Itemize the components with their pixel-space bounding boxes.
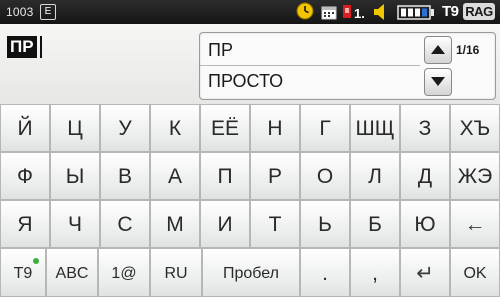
key-з[interactable]: З [400,104,450,152]
abc-mode-key[interactable]: ABC [46,248,98,297]
key-х-ъ[interactable]: ХЪ [450,104,500,152]
key-г[interactable]: Г [300,104,350,152]
text-cursor [40,36,42,58]
sim-card-icon: 1. [343,3,369,24]
key-и[interactable]: И [200,200,250,248]
input-mode-indicator: RAG [463,3,495,20]
key-в[interactable]: В [100,152,150,200]
key-с[interactable]: С [100,200,150,248]
arrow-down-icon [431,77,445,86]
suggestion-item[interactable]: ПР [208,36,420,64]
t9-toggle-key[interactable]: T9 [0,248,46,297]
key-ь[interactable]: Ь [300,200,350,248]
key-я[interactable]: Я [0,200,50,248]
input-area: ПР ПР ПРОСТО 1/16 [0,24,500,104]
backspace-key[interactable]: ← [450,200,500,248]
key-л[interactable]: Л [350,152,400,200]
key-к[interactable]: К [150,104,200,152]
key-й[interactable]: Й [0,104,50,152]
key-ц[interactable]: Ц [50,104,100,152]
key-п[interactable]: П [200,152,250,200]
comma-key[interactable]: , [350,248,400,297]
key-ж-э[interactable]: ЖЭ [450,152,500,200]
key-ч[interactable]: Ч [50,200,100,248]
alarm-icon [296,2,314,23]
key-а[interactable]: А [150,152,200,200]
status-number: 1003 [6,5,34,19]
key-м[interactable]: М [150,200,200,248]
battery-icon [397,5,435,23]
ok-key[interactable]: OK [450,248,500,297]
sim-label: 1. [354,6,365,21]
key-ю[interactable]: Ю [400,200,450,248]
space-key[interactable]: Пробел [202,248,300,297]
language-key[interactable]: RU [150,248,202,297]
suggestion-page-indicator: 1/16 [456,43,480,57]
key-р[interactable]: Р [250,152,300,200]
arrow-up-icon [431,45,445,54]
scroll-down-button[interactable] [424,68,452,96]
word-suggestion-list: ПР ПРОСТО 1/16 [199,32,496,100]
virtual-keyboard: Й Ц У К ЕЁ Н Г ШЩ З ХЪ Ф Ы В А П Р О Л Д… [0,104,500,297]
status-bar: 1003 E 1. T9 RAG [0,0,500,24]
period-key[interactable]: . [300,248,350,297]
key-т[interactable]: Т [250,200,300,248]
symbols-key[interactable]: 1@ [98,248,150,297]
key-н[interactable]: Н [250,104,300,152]
key-у[interactable]: У [100,104,150,152]
suggestion-divider [200,65,420,66]
key-д[interactable]: Д [400,152,450,200]
enter-key[interactable]: ↵ [400,248,450,297]
key-е-ё[interactable]: ЕЁ [200,104,250,152]
key-ш-щ[interactable]: ШЩ [350,104,400,152]
t9-active-indicator [33,258,39,264]
edge-network-icon: E [40,4,56,20]
key-ф[interactable]: Ф [0,152,50,200]
t9-indicator: T9 [442,3,459,20]
calendar-icon [321,5,337,23]
key-ы[interactable]: Ы [50,152,100,200]
speaker-icon [372,3,390,24]
phone-screen: 1003 E 1. T9 RAG ПР ПР ПРОСТО 1/16 Й Ц У… [0,0,500,297]
key-б[interactable]: Б [350,200,400,248]
typed-text[interactable]: ПР [7,36,37,58]
suggestion-item[interactable]: ПРОСТО [208,67,420,95]
scroll-up-button[interactable] [424,36,452,64]
key-о[interactable]: О [300,152,350,200]
